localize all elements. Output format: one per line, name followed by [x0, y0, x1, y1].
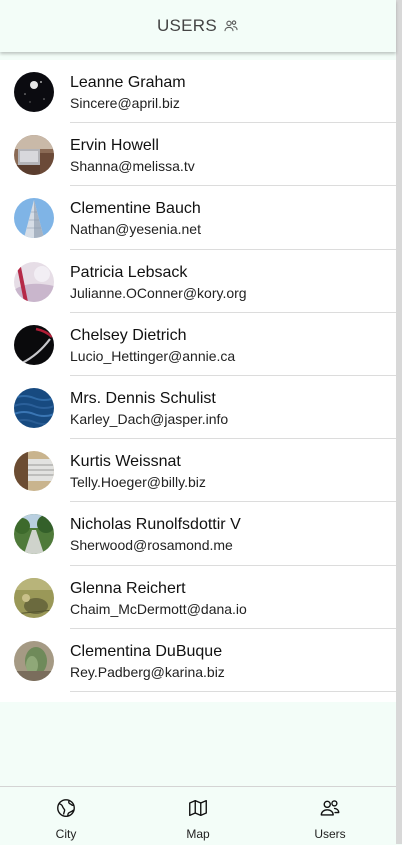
user-email: Sherwood@rosamond.me	[70, 537, 233, 554]
avatar	[14, 451, 54, 492]
user-name: Nicholas Runolfsdottir V	[70, 516, 241, 534]
bottom-tab-bar: City Map Users	[0, 786, 396, 845]
tab-users[interactable]: Users	[264, 787, 396, 845]
user-name: Glenna Reichert	[70, 579, 186, 597]
avatar	[14, 72, 54, 112]
page-title: USERS	[156, 16, 218, 35]
map-icon	[187, 797, 209, 824]
list-item[interactable]: Ervin Howell Shanna@melissa.tv	[0, 123, 396, 187]
list-item[interactable]: Nicholas Runolfsdottir V Sherwood@rosamo…	[0, 502, 396, 566]
user-email: Lucio_Hettinger@annie.ca	[70, 347, 236, 364]
list-item[interactable]: Glenna Reichert Chaim_McDermott@dana.io	[0, 566, 396, 629]
user-email: Chaim_McDermott@dana.io	[70, 600, 247, 617]
list-item[interactable]: Chelsey Dietrich Lucio_Hettinger@annie.c…	[0, 313, 396, 376]
list-item[interactable]: Kurtis Weissnat Telly.Hoeger@billy.biz	[0, 439, 396, 503]
avatar	[14, 640, 54, 681]
users-icon	[319, 797, 341, 824]
user-email: Nathan@yesenia.net	[70, 221, 201, 238]
globe-icon	[55, 797, 77, 824]
avatar	[14, 198, 54, 239]
user-name: Chelsey Dietrich	[70, 326, 187, 344]
user-email: Julianne.OConner@kory.org	[70, 284, 247, 301]
avatar	[14, 261, 54, 302]
avatar	[14, 324, 54, 365]
user-name: Mrs. Dennis Schulist	[70, 389, 216, 407]
tab-label: Map	[186, 827, 210, 841]
tab-label: Users	[314, 827, 346, 841]
user-email: Karley_Dach@jasper.info	[70, 410, 229, 427]
avatar	[14, 514, 54, 555]
user-name: Clementina DuBuque	[70, 642, 223, 660]
list-item[interactable]: Leanne Graham Sincere@april.biz	[0, 60, 396, 124]
avatar	[14, 135, 54, 176]
tab-city[interactable]: City	[0, 787, 132, 845]
tab-map[interactable]: Map	[132, 787, 264, 845]
app-screen: USERS Leanne Graham Sincere@april.biz Er…	[0, 0, 396, 845]
tab-label: City	[55, 827, 77, 841]
divider	[70, 690, 396, 692]
user-name: Ervin Howell	[70, 137, 159, 155]
user-email: Telly.Hoeger@billy.biz	[70, 474, 206, 491]
list-item[interactable]: Clementina DuBuque Rey.Padberg@karina.bi…	[0, 629, 396, 692]
user-email: Sincere@april.biz	[70, 95, 180, 111]
user-name: Patricia Lebsack	[70, 263, 188, 281]
users-icon	[223, 18, 239, 34]
window-edge	[396, 0, 402, 844]
avatar	[14, 577, 54, 618]
app-header: USERS	[0, 0, 396, 52]
user-name: Kurtis Weissnat	[70, 453, 181, 471]
list-item[interactable]: Patricia Lebsack Julianne.OConner@kory.o…	[0, 250, 396, 313]
user-email: Shanna@melissa.tv	[70, 158, 195, 175]
list-item[interactable]: Mrs. Dennis Schulist Karley_Dach@jasper.…	[0, 376, 396, 440]
list-item[interactable]: Clementine Bauch Nathan@yesenia.net	[0, 186, 396, 250]
users-list: Leanne Graham Sincere@april.biz Ervin Ho…	[0, 60, 396, 702]
avatar	[14, 387, 54, 428]
user-name: Clementine Bauch	[70, 200, 201, 218]
user-name: Leanne Graham	[70, 74, 186, 91]
user-email: Rey.Padberg@karina.biz	[70, 663, 225, 680]
